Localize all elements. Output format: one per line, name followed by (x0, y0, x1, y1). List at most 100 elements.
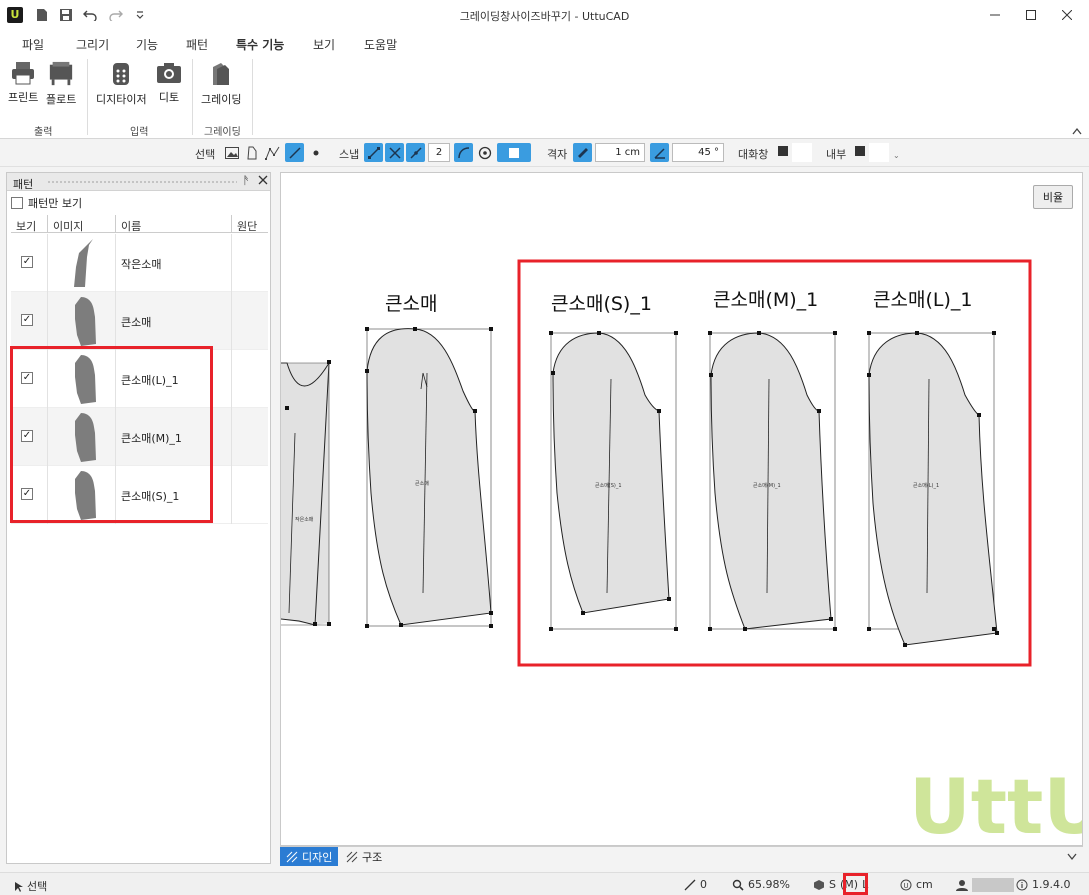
dialog-label: 대화창 (738, 148, 769, 161)
sleeve-l-title: 큰소매(L)_1 (873, 289, 972, 311)
tab-help[interactable]: 도움말 (364, 36, 397, 53)
col-divider (231, 215, 232, 233)
piece-label-sleeve-l: 큰소매(L)_1 (913, 482, 939, 489)
sleeve-s-title: 큰소매(S)_1 (551, 293, 652, 315)
piece-label-big-sleeve: 큰소매 (415, 480, 429, 487)
select-polyline-icon[interactable] (263, 143, 282, 162)
angle-icon[interactable] (650, 143, 669, 162)
toolbar-overflow-icon[interactable]: ⌄ (893, 151, 900, 160)
design-icon (286, 851, 298, 862)
panel-title: 패턴 (13, 178, 34, 191)
group-label-output: 출력 (34, 127, 53, 138)
select-image-icon[interactable] (222, 143, 241, 162)
unit-text: cm (916, 878, 933, 891)
plotter-icon (48, 61, 74, 87)
info-icon (1016, 879, 1028, 890)
digitizer-label: 디지타이저 (96, 93, 147, 106)
select-piece-icon[interactable] (242, 143, 261, 162)
pattern-only-toggle[interactable]: 패턴만 보기 (11, 195, 82, 211)
table-row[interactable]: ✓ 큰소매 (11, 292, 268, 350)
user-icon (956, 880, 968, 891)
dialog-dropdown[interactable] (792, 143, 812, 162)
table-row[interactable]: ✓ 작은소매 (11, 234, 268, 292)
group-label-grading: 그레이딩 (204, 127, 241, 138)
highlight-graded-rows (10, 346, 213, 523)
tab-draw[interactable]: 그리기 (76, 36, 109, 53)
snap-toggle-button[interactable] (497, 143, 531, 162)
plot-button[interactable]: 플로트 (46, 61, 76, 106)
pattern-table-header: 보기 이미지 이름 원단 (11, 215, 268, 233)
tab-file[interactable]: 파일 (22, 36, 44, 53)
panel-close-icon[interactable] (258, 175, 268, 188)
dialog-color-swatch[interactable] (778, 146, 788, 156)
ribbon: 프린트 플로트 디지타이저 디토 그레이딩 출력 입력 그레이딩 (0, 55, 1089, 139)
tab-view[interactable]: 보기 (313, 36, 335, 53)
pattern-only-label: 패턴만 보기 (28, 197, 83, 210)
window-title: 그레이딩창사이즈바꾸기 - UttuCAD (459, 10, 630, 23)
col-header-visible[interactable]: 보기 (16, 218, 36, 234)
piece-label-sleeve-s: 큰소매(S)_1 (595, 482, 622, 489)
tab-special-functions[interactable]: 특수 기능 (236, 36, 285, 57)
col-header-fabric[interactable]: 원단 (237, 218, 257, 234)
snap-division-input[interactable]: 2 (428, 143, 450, 162)
inner-color-swatch[interactable] (855, 146, 865, 156)
group-label-input: 입력 (130, 127, 149, 138)
grid-label: 격자 (547, 148, 568, 161)
select-line-icon[interactable] (285, 143, 304, 162)
inner-label: 내부 (826, 148, 847, 161)
grading-icon (208, 61, 234, 87)
user-indicator[interactable] (956, 878, 1014, 892)
panel-drag-handle[interactable] (47, 180, 237, 184)
view-tabs: 디자인 구조 (280, 846, 1083, 866)
pin-icon[interactable]: ᚫ (243, 174, 250, 187)
tab-design[interactable]: 디자인 (280, 847, 339, 866)
row-visible-checkbox[interactable]: ✓ (21, 314, 33, 326)
snap-center-icon[interactable] (475, 143, 494, 162)
tab-pattern[interactable]: 패턴 (186, 36, 208, 53)
line-count-text: 0 (700, 878, 707, 891)
angle-input[interactable]: 45 ° (672, 143, 724, 162)
unit-indicator[interactable]: U cm (900, 878, 933, 891)
row-visible-checkbox[interactable]: ✓ (21, 256, 33, 268)
grading-button[interactable]: 그레이딩 (201, 61, 241, 106)
col-header-image[interactable]: 이미지 (53, 218, 83, 234)
row-name: 큰소매 (121, 316, 152, 329)
line-count: 0 (684, 878, 707, 891)
uttu-watermark-logo: UttU (909, 762, 1083, 846)
tab-structure[interactable]: 구조 (340, 847, 388, 866)
pattern-only-checkbox[interactable] (11, 197, 23, 209)
collapse-ribbon-icon[interactable] (1072, 125, 1082, 138)
snap-division-icon[interactable] (406, 143, 425, 162)
zoom-level[interactable]: 65.98% (732, 878, 790, 891)
grid-ruler-icon[interactable] (573, 143, 592, 162)
select-label: 선택 (195, 148, 216, 161)
snap-endpoint-icon[interactable] (364, 143, 383, 162)
tab-design-label: 디자인 (302, 850, 333, 864)
tab-function[interactable]: 기능 (136, 36, 158, 53)
tabs-scroll-down-icon[interactable] (1067, 851, 1077, 864)
snap-curve-icon[interactable] (454, 143, 473, 162)
ribbon-divider (87, 59, 88, 135)
drawing-canvas[interactable]: 비율 작은소매 큰소매 큰소매 큰소매(S)_1 큰소매(S)_1 큰소매(M)… (280, 172, 1083, 846)
sleeve-l-piece: 큰소매(L)_1 큰소매(L)_1 (867, 289, 999, 647)
inner-dropdown[interactable] (869, 143, 889, 162)
grid-size-input[interactable]: 1 cm (595, 143, 645, 162)
version-text: 1.9.4.0 (1032, 878, 1071, 891)
print-button[interactable]: 프린트 (8, 61, 38, 105)
status-bar: 선택 0 65.98% S (M) L U cm 1.9.4.0 (0, 872, 1089, 895)
unit-icon: U (900, 879, 912, 890)
big-sleeve-piece: 큰소매 큰소매 (365, 293, 493, 628)
close-button[interactable] (1058, 6, 1076, 24)
ditto-button[interactable]: 디토 (156, 61, 182, 105)
menu-tabs: 파일 그리기 기능 패턴 특수 기능 보기 도움말 (0, 30, 1089, 57)
minimize-button[interactable] (986, 6, 1004, 24)
sleeve-m-piece: 큰소매(M)_1 큰소매(M)_1 (708, 289, 837, 631)
panel-header: 패턴 ᚫ (7, 173, 270, 191)
maximize-button[interactable] (1022, 6, 1040, 24)
digitizer-button[interactable]: 디지타이저 (96, 61, 147, 106)
pattern-drawing[interactable]: 작은소매 큰소매 큰소매 큰소매(S)_1 큰소매(S)_1 큰소매(M)_1 … (281, 173, 1083, 846)
snap-intersection-icon[interactable] (385, 143, 404, 162)
col-header-name[interactable]: 이름 (121, 218, 141, 234)
select-point-icon[interactable] (306, 143, 325, 162)
size-s[interactable]: S (829, 878, 836, 891)
